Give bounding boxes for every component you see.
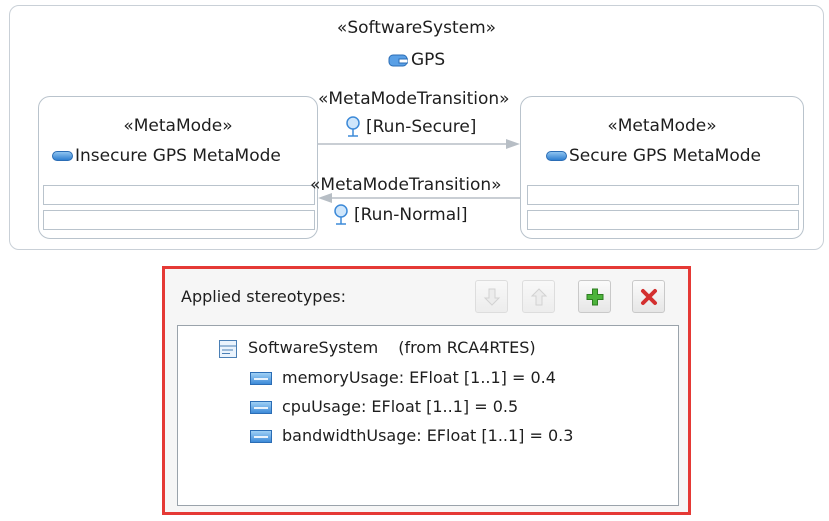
system-name: GPS [411, 50, 446, 70]
plus-icon [586, 288, 603, 305]
delete-x-icon [640, 288, 657, 305]
metamode-secure-title: Secure GPS MetaMode [546, 146, 761, 166]
property-icon [250, 401, 272, 414]
transition-arrows [318, 139, 520, 203]
arrow-up-icon [530, 287, 547, 305]
metamode-insecure-stereotype: «MetaMode» [123, 116, 233, 136]
metamode-insecure-name: Insecure GPS MetaMode [75, 146, 281, 166]
component-icon [388, 54, 408, 66]
move-up-button[interactable] [522, 280, 555, 313]
transition-bottom-guard-row[interactable]: [Run-Normal] [332, 204, 468, 226]
arrow-down-icon [483, 288, 500, 306]
transition-top-stereotype: «MetaModeTransition» [318, 89, 510, 109]
transition-icon [346, 116, 360, 137]
transition-top-guard: [Run-Secure] [366, 117, 477, 137]
remove-stereotype-button[interactable] [632, 280, 665, 313]
metamode-icon [52, 151, 73, 161]
tree-property-item[interactable]: bandwidthUsage: EFloat [1..1] = 0.3 [250, 426, 573, 445]
transition-bottom-stereotype: «MetaModeTransition» [310, 175, 502, 195]
tree-root-source: (from RCA4RTES) [398, 338, 536, 357]
property-memory-usage: memoryUsage: EFloat [1..1] = 0.4 [282, 368, 556, 387]
transition-top-guard-row[interactable]: [Run-Secure] [344, 116, 476, 138]
tree-root-item[interactable]: SoftwareSystem (from RCA4RTES) [218, 338, 536, 359]
tree-root-name: SoftwareSystem [248, 338, 379, 357]
metamode-secure-compartment-2 [527, 210, 799, 230]
property-cpu-usage: cpuUsage: EFloat [1..1] = 0.5 [282, 397, 519, 416]
system-title: GPS [388, 50, 445, 70]
metamode-secure-stereotype: «MetaMode» [607, 116, 717, 136]
transition-icon [334, 204, 348, 225]
transition-run-secure-arrowhead [506, 139, 520, 149]
metamode-insecure-compartment-2 [43, 210, 315, 230]
metamode-secure-name: Secure GPS MetaMode [569, 146, 761, 166]
metamode-insecure-title: Insecure GPS MetaMode [52, 146, 281, 166]
metamode-secure-compartment-1 [527, 185, 799, 205]
property-icon [250, 372, 272, 385]
system-stereotype: «SoftwareSystem» [336, 18, 497, 38]
property-bandwidth-usage: bandwidthUsage: EFloat [1..1] = 0.3 [282, 426, 574, 445]
add-stereotype-button[interactable] [578, 280, 611, 313]
metamode-insecure-compartment-1 [43, 185, 315, 205]
move-down-button[interactable] [475, 280, 508, 313]
applied-stereotypes-label: Applied stereotypes: [181, 287, 347, 306]
tree-property-item[interactable]: cpuUsage: EFloat [1..1] = 0.5 [250, 397, 518, 416]
tree-property-item[interactable]: memoryUsage: EFloat [1..1] = 0.4 [250, 368, 556, 387]
transition-bottom-guard: [Run-Normal] [354, 205, 468, 225]
metamode-icon [546, 151, 567, 161]
property-icon [250, 430, 272, 443]
stereotype-icon [219, 339, 237, 358]
